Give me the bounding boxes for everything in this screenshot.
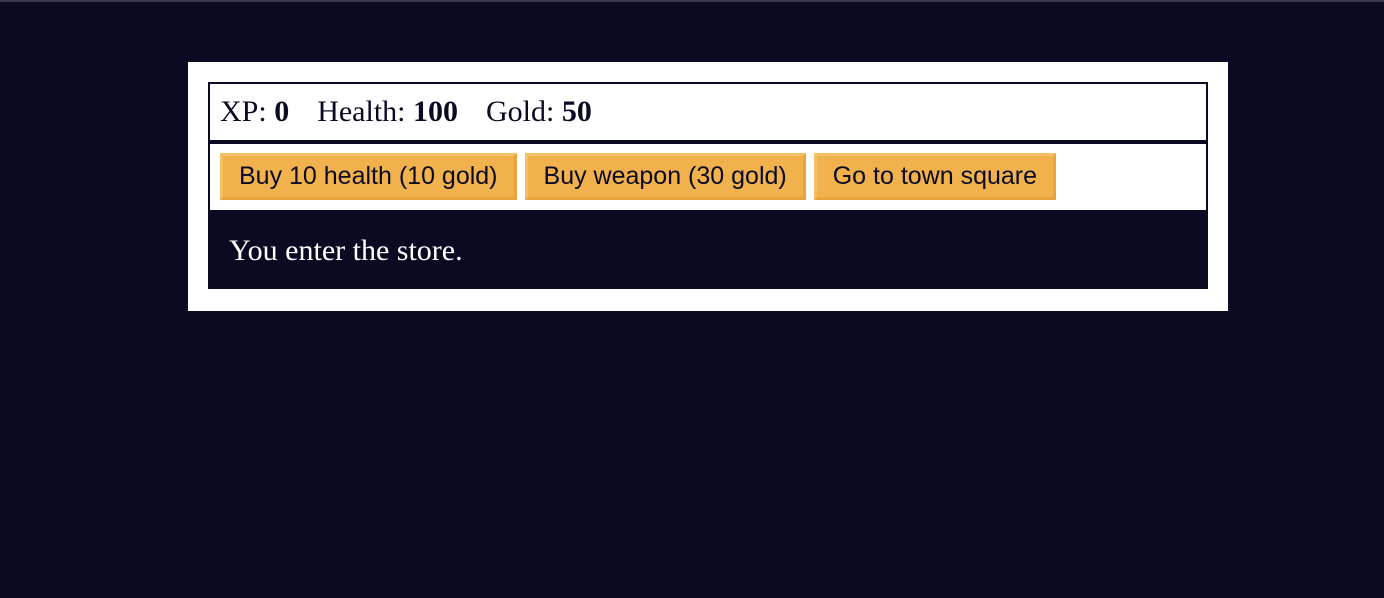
stats-bar: XP: 0 Health: 100 Gold: 50 xyxy=(208,82,1208,142)
xp-label: XP: xyxy=(220,95,267,128)
message-text: You enter the store. xyxy=(208,210,1208,289)
health-label: Health: xyxy=(317,95,406,128)
game-panel: XP: 0 Health: 100 Gold: 50 Buy 10 health… xyxy=(188,62,1228,311)
xp-value: 0 xyxy=(274,95,290,128)
window-top-edge xyxy=(0,0,1384,2)
health-value: 100 xyxy=(413,95,458,128)
go-town-square-button[interactable]: Go to town square xyxy=(813,153,1057,200)
gold-value: 50 xyxy=(561,95,592,128)
xp-stat: XP: 0 xyxy=(220,95,289,129)
gold-stat: Gold: 50 xyxy=(486,95,592,129)
gold-label: Gold: xyxy=(486,95,555,128)
buy-weapon-button[interactable]: Buy weapon (30 gold) xyxy=(524,153,806,200)
controls-bar: Buy 10 health (10 gold) Buy weapon (30 g… xyxy=(208,142,1208,210)
health-stat: Health: 100 xyxy=(317,95,458,129)
buy-health-button[interactable]: Buy 10 health (10 gold) xyxy=(220,153,517,200)
